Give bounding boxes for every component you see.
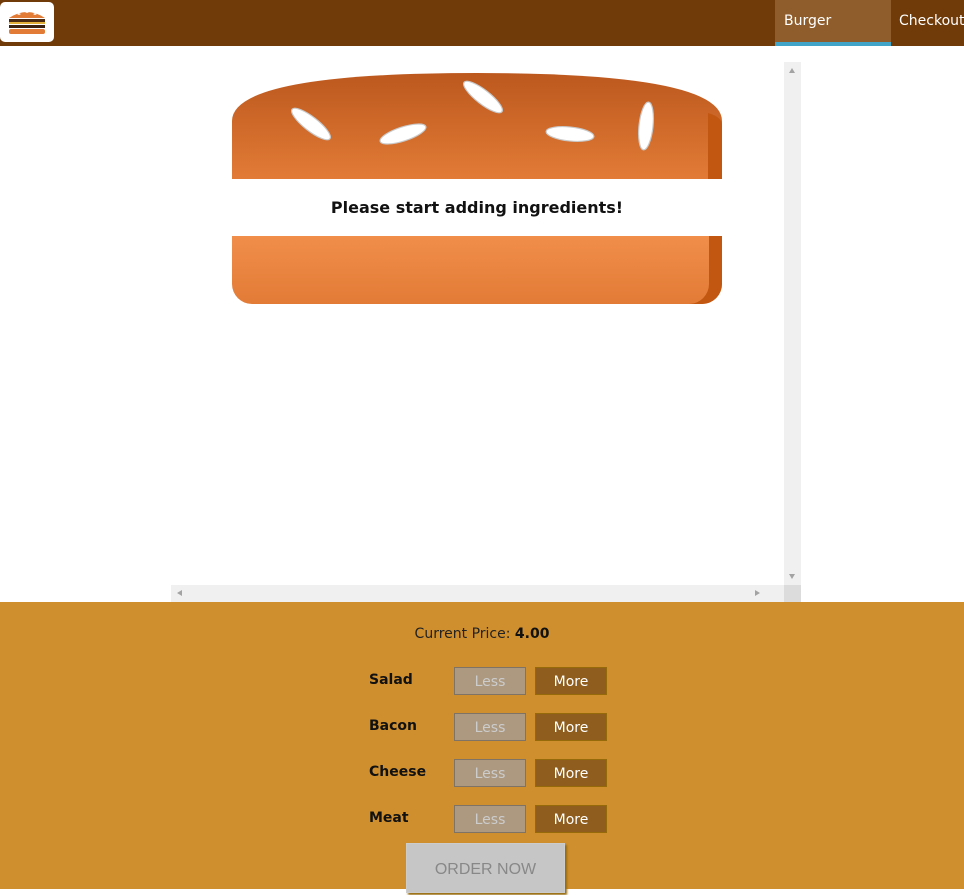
bacon-more-button[interactable]: More — [535, 713, 607, 741]
scroll-down-arrow-icon[interactable] — [789, 574, 795, 579]
bread-top — [232, 73, 722, 179]
nav-checkout[interactable]: Checkout — [891, 0, 964, 46]
burger-logo-icon — [9, 11, 45, 34]
ingredient-label: Bacon — [369, 718, 418, 734]
empty-burger-message: Please start adding ingredients! — [232, 179, 722, 236]
price-label: Current Price: — [414, 626, 511, 642]
toolbar: Burger Builder Checkout — [0, 0, 964, 71]
ingredient-label: Salad — [369, 672, 413, 688]
vertical-scrollbar[interactable] — [784, 62, 801, 585]
salad-more-button[interactable]: More — [535, 667, 607, 695]
meat-more-button[interactable]: More — [535, 805, 607, 833]
price-value: 4.00 — [514, 626, 550, 642]
scroll-right-arrow-icon[interactable] — [755, 590, 760, 596]
current-price: Current Price: 4.00 — [0, 626, 964, 642]
nav-burger-builder[interactable]: Burger Builder — [775, 0, 891, 71]
cheese-more-button[interactable]: More — [535, 759, 607, 787]
bacon-less-button[interactable]: Less — [454, 713, 526, 741]
order-now-button[interactable]: ORDER NOW — [406, 843, 565, 893]
ingredient-label: Meat — [369, 810, 409, 826]
meat-less-button[interactable]: Less — [454, 805, 526, 833]
salad-less-button[interactable]: Less — [454, 667, 526, 695]
scroll-up-arrow-icon[interactable] — [789, 68, 795, 73]
build-controls: Current Price: 4.00 Salad Less More Baco… — [0, 602, 964, 893]
bread-bottom — [232, 236, 722, 304]
scroll-left-arrow-icon[interactable] — [177, 590, 182, 596]
horizontal-scrollbar[interactable] — [171, 585, 784, 602]
cheese-less-button[interactable]: Less — [454, 759, 526, 787]
ingredient-label: Cheese — [369, 764, 427, 780]
logo[interactable] — [0, 2, 54, 42]
scrollbar-corner — [784, 585, 801, 602]
